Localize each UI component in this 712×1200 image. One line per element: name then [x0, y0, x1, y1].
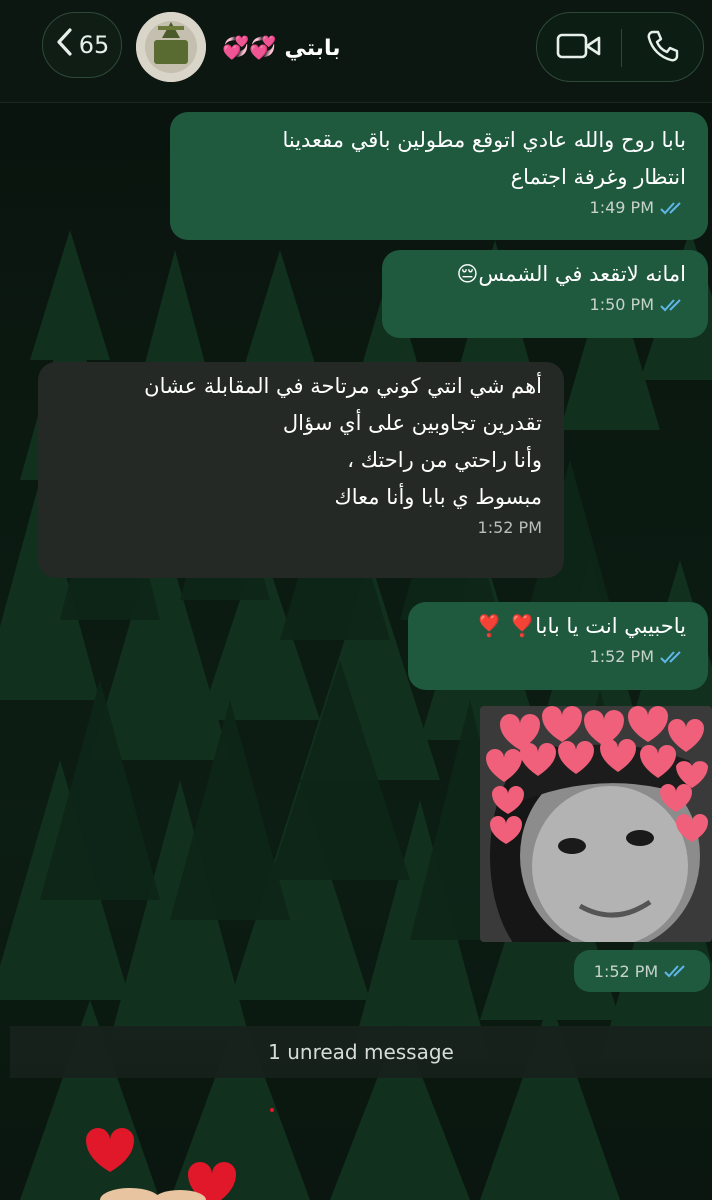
message-time: 1:52 PM: [589, 647, 654, 666]
back-button[interactable]: 65: [42, 12, 122, 78]
divider: [621, 29, 622, 67]
call-controls: [536, 12, 704, 82]
sticker-message[interactable]: [60, 1100, 280, 1200]
contact-name[interactable]: بابتي 💞💞: [222, 28, 340, 68]
double-check-icon: [660, 650, 686, 664]
double-check-icon: [664, 964, 690, 978]
message-meta: 1:50 PM: [404, 295, 686, 315]
heart-icon: [86, 1128, 134, 1172]
message-text: أهم شي انتي كوني مرتاحة في المقابلة عشان…: [144, 374, 542, 509]
photo-message[interactable]: [480, 706, 712, 942]
phone-icon: [646, 29, 680, 67]
double-check-icon: [660, 201, 686, 215]
message-time: 1:52 PM: [593, 961, 659, 981]
message-time: 1:52 PM: [477, 518, 542, 537]
message-bubble-outgoing[interactable]: بابا روح والله عادي اتوقع مطولين باقي مق…: [170, 112, 708, 240]
message-bubble-incoming[interactable]: أهم شي انتي كوني مرتاحة في المقابلة عشان…: [38, 362, 564, 578]
message-meta: 1:52 PM: [60, 518, 542, 538]
video-camera-icon: [556, 31, 602, 65]
unread-count: 65: [78, 31, 110, 59]
voice-call-button[interactable]: [643, 28, 683, 68]
message-text: ياحبيبي انت يا بابا❣️ ❣️: [476, 614, 686, 638]
double-check-icon: [660, 298, 686, 312]
message-time: 1:49 PM: [589, 198, 654, 217]
message-bubble-outgoing[interactable]: ياحبيبي انت يا بابا❣️ ❣️ 1:52 PM: [408, 602, 708, 690]
chevron-left-icon: [55, 27, 75, 63]
contact-avatar[interactable]: [136, 12, 206, 82]
unread-messages-banner: 1 unread message: [10, 1026, 712, 1078]
message-text: بابا روح والله عادي اتوقع مطولين باقي مق…: [282, 128, 686, 189]
message-time: 1:50 PM: [589, 295, 654, 314]
message-bubble-outgoing[interactable]: امانه لاتقعد في الشمس😔 1:50 PM: [382, 250, 708, 338]
message-text: امانه لاتقعد في الشمس😔: [456, 262, 686, 286]
photo-message-meta: 1:52 PM: [574, 950, 710, 992]
message-meta: 1:49 PM: [192, 198, 686, 218]
message-meta: 1:52 PM: [430, 647, 686, 667]
video-call-button[interactable]: [556, 28, 602, 68]
photo-image: [480, 706, 712, 942]
chat-header: 65 بابتي 💞💞: [0, 0, 712, 103]
